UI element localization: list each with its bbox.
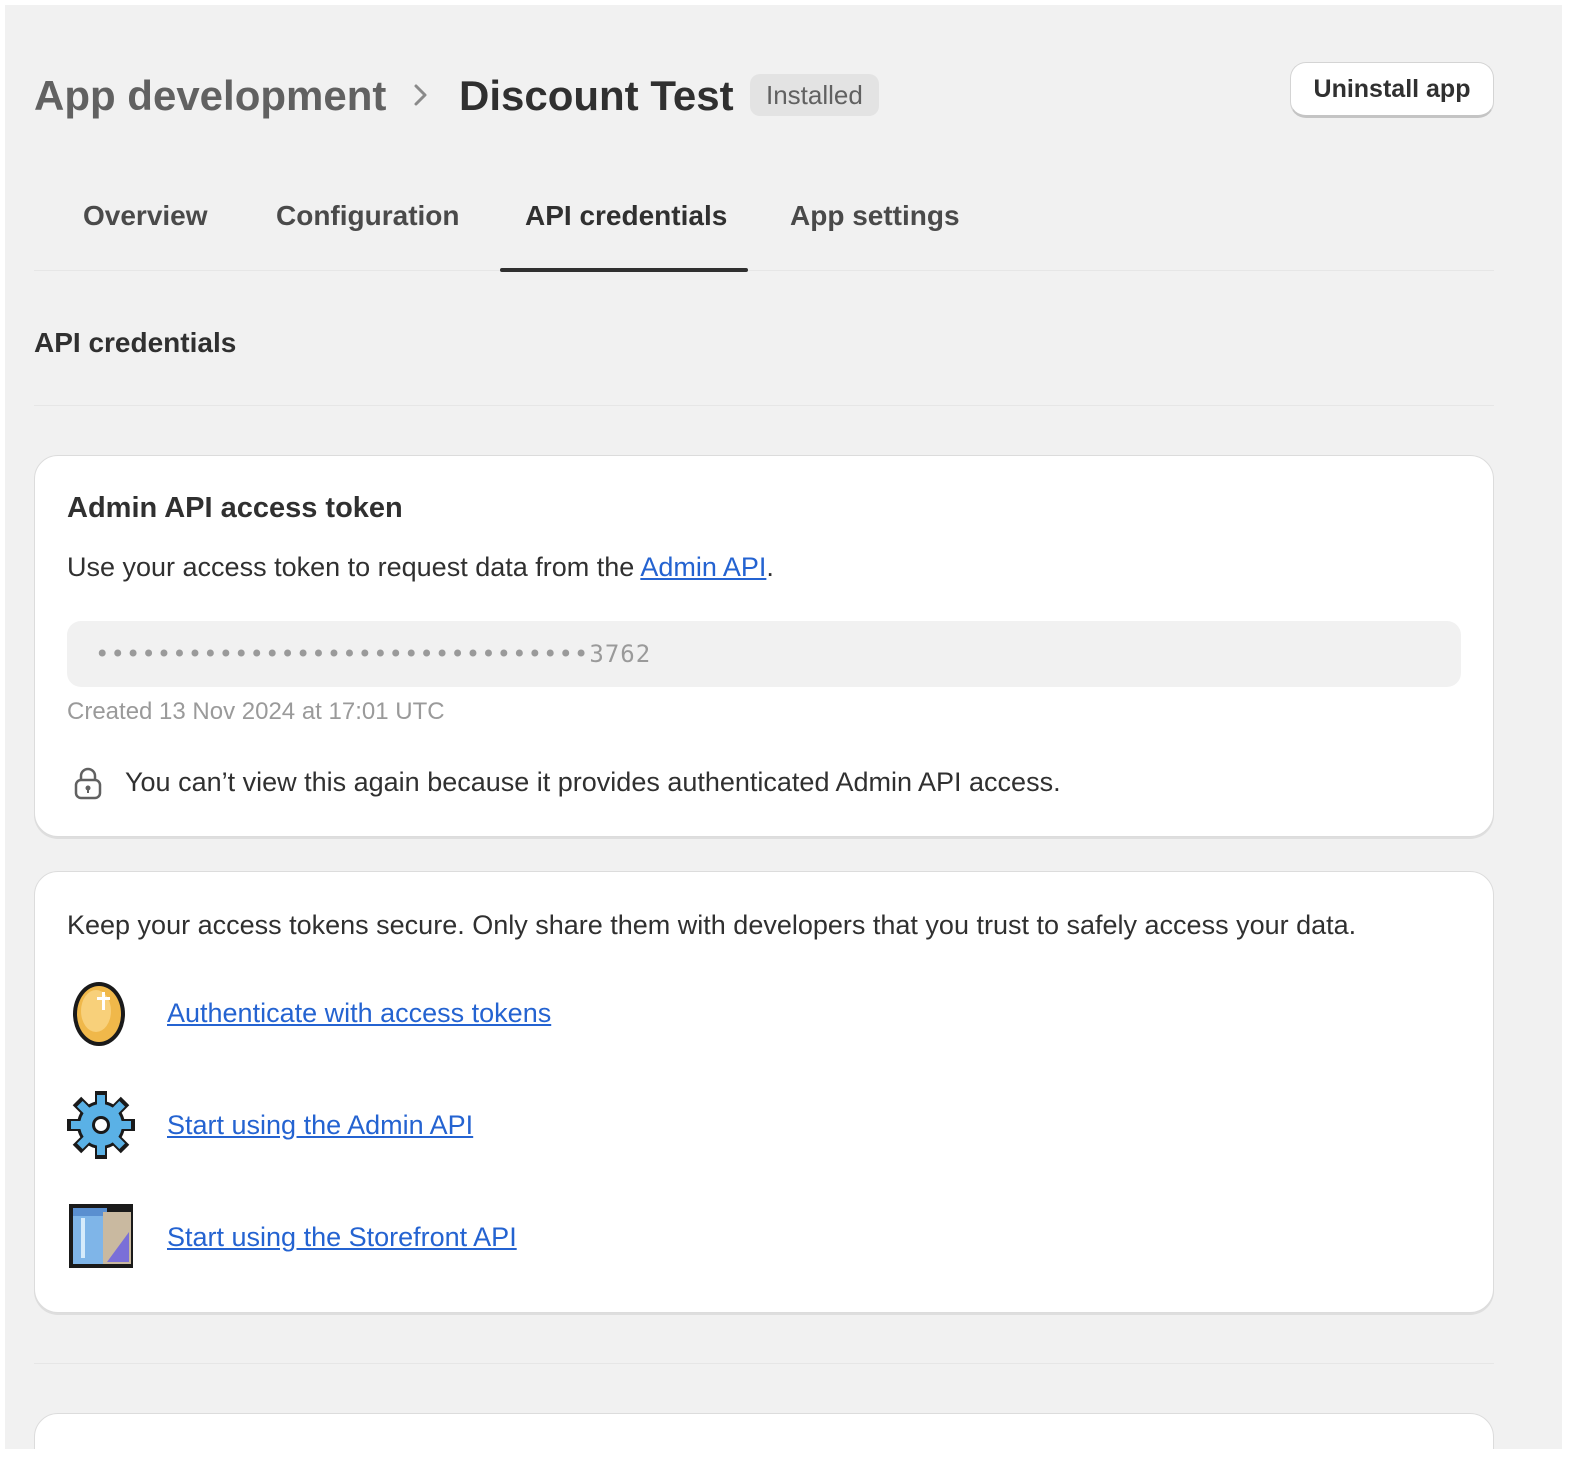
description-text: Use your access token to request data fr…	[67, 552, 641, 582]
page-title: Discount Test	[459, 72, 734, 119]
breadcrumb-app-development[interactable]: App development	[34, 70, 386, 122]
storefront-api-guide-link[interactable]: Start using the Storefront API	[167, 1222, 517, 1253]
token-created-timestamp: Created 13 Nov 2024 at 17:01 UTC	[67, 698, 445, 725]
admin-api-link[interactable]: Admin API	[640, 552, 766, 582]
active-tab-indicator	[500, 268, 748, 272]
section-title: API credentials	[34, 327, 237, 358]
card-description: Use your access token to request data fr…	[67, 552, 774, 583]
admin-api-guide-link[interactable]: Start using the Admin API	[167, 1110, 473, 1141]
authenticate-link[interactable]: Authenticate with access tokens	[167, 998, 551, 1029]
page: App development Discount Test Installed …	[5, 5, 1562, 1449]
section-divider	[34, 405, 1494, 406]
security-notice: Keep your access tokens secure. Only sha…	[67, 910, 1357, 940]
tab-configuration[interactable]: Configuration	[276, 200, 460, 232]
bottom-divider	[34, 1363, 1494, 1364]
admin-api-token-card: Admin API access token Use your access t…	[34, 455, 1494, 837]
tab-app-settings[interactable]: App settings	[790, 200, 960, 232]
uninstall-app-button[interactable]: Uninstall app	[1290, 62, 1494, 118]
access-token-field[interactable]: ••••••••••••••••••••••••••••••••3762	[67, 621, 1461, 687]
storefront-icon	[69, 1204, 133, 1268]
link-row-authenticate: Authenticate with access tokens	[67, 978, 967, 1048]
link-row-storefront-api: Start using the Storefront API	[67, 1202, 967, 1272]
tab-api-credentials[interactable]: API credentials	[525, 200, 727, 232]
gear-icon	[67, 1091, 135, 1159]
chevron-right-icon	[414, 84, 427, 106]
lock-icon	[74, 767, 102, 800]
link-row-admin-api: Start using the Admin API	[67, 1090, 967, 1160]
tab-bar: Overview Configuration API credentials A…	[34, 180, 1494, 272]
coin-icon	[73, 982, 125, 1046]
security-links-card: Keep your access tokens secure. Only sha…	[34, 871, 1494, 1313]
description-suffix: .	[766, 552, 774, 582]
tab-overview[interactable]: Overview	[83, 200, 208, 232]
next-card	[34, 1413, 1494, 1449]
card-title: Admin API access token	[67, 492, 403, 524]
lock-notice: You can’t view this again because it pro…	[125, 767, 1061, 797]
status-badge: Installed	[750, 74, 879, 116]
page-header: App development Discount Test Installed …	[34, 62, 1494, 128]
